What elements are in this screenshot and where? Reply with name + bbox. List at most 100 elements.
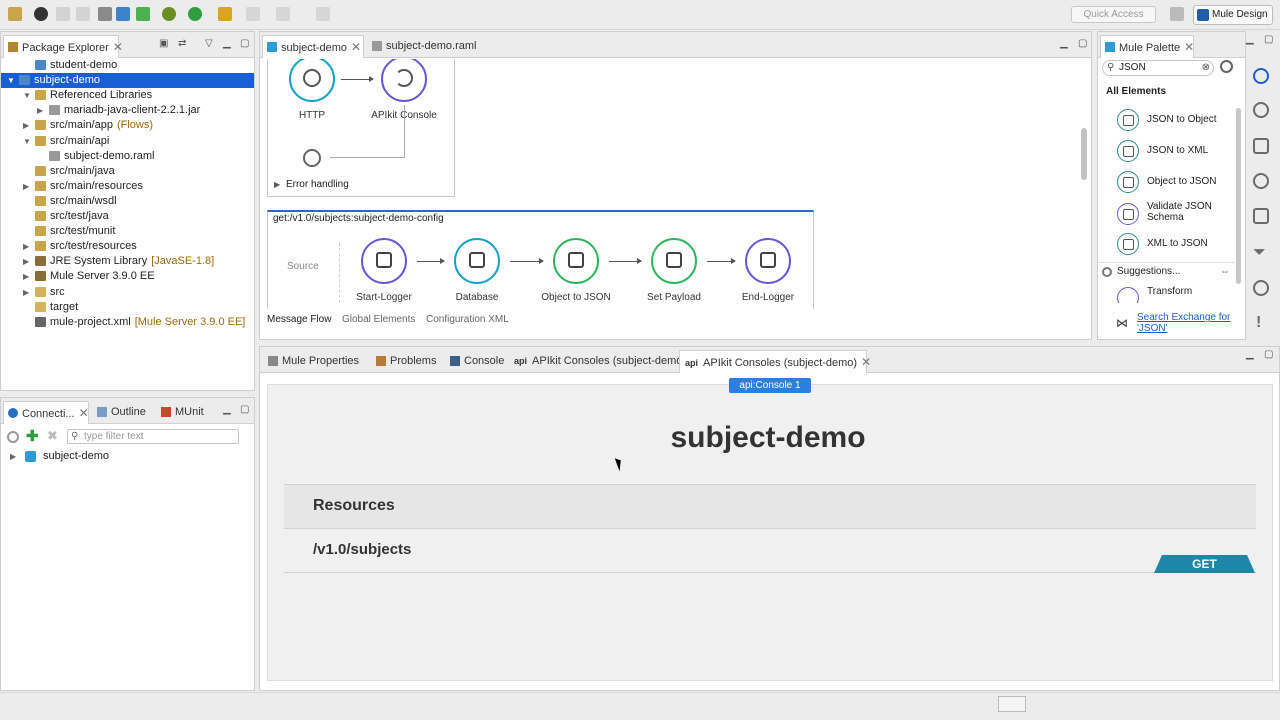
flow-node[interactable] [553, 238, 599, 284]
tree-item[interactable]: subject-demo.raml [1, 149, 254, 164]
get-method-badge[interactable]: GET [1154, 555, 1255, 573]
search-icon[interactable] [1253, 68, 1269, 84]
run-icon[interactable] [188, 7, 202, 21]
maximize-icon[interactable]: ▢ [1264, 349, 1273, 360]
tab-global-elements[interactable]: Global Elements [342, 314, 415, 325]
flow-node[interactable] [361, 238, 407, 284]
flow-node[interactable] [454, 238, 500, 284]
view-menu-icon[interactable]: ▽ [205, 38, 213, 49]
tree-item[interactable]: ▶ Mule Server 3.9.0 EE [1, 269, 254, 284]
maximize-icon[interactable]: ▢ [1078, 38, 1087, 49]
flow-node[interactable] [745, 238, 791, 284]
palette-item[interactable]: Object to JSON [1117, 171, 1237, 195]
tab-mule-palette[interactable]: Mule Palette ✕ [1100, 35, 1194, 58]
link-editor-icon[interactable]: ⇄ [178, 38, 186, 49]
palette-item[interactable]: JSON to XML [1117, 140, 1237, 164]
close-icon[interactable]: ✕ [861, 355, 871, 369]
tree-item[interactable]: ▼ src/main/api [1, 134, 254, 149]
chevron-down-icon[interactable]: ▼ [23, 88, 33, 103]
save-icon[interactable] [56, 7, 70, 21]
tab-configuration-xml[interactable]: Configuration XML [426, 314, 509, 325]
chevron-right-icon[interactable]: ▶ [23, 285, 33, 300]
close-icon[interactable]: ✕ [1184, 40, 1194, 54]
collapse-all-icon[interactable]: ▣ [159, 38, 168, 49]
tab-subject-demo[interactable]: subject-demo ✕ [262, 35, 364, 58]
palette-item[interactable]: XML to JSON [1117, 233, 1237, 257]
quick-access-input[interactable]: Quick Access [1071, 6, 1156, 23]
palette-search-input[interactable]: ⚲ JSON ⊗ [1102, 60, 1214, 76]
open-perspective-icon[interactable] [1170, 7, 1184, 21]
tree-item[interactable]: src/test/java [1, 209, 254, 224]
chevron-right-icon[interactable]: ▶ [23, 254, 33, 269]
add-icon[interactable]: ✚ [26, 427, 39, 445]
tree-item[interactable]: ▶ src/main/app (Flows) [1, 118, 254, 133]
suggestions-header[interactable]: Suggestions... ⇔ [1098, 262, 1235, 280]
forward-icon[interactable] [246, 7, 260, 21]
tree-item[interactable]: ▶ src [1, 285, 254, 300]
core-icon[interactable] [1253, 102, 1269, 118]
maximize-icon[interactable]: ▢ [240, 404, 249, 415]
router-icon[interactable] [1253, 280, 1269, 296]
chevron-right-icon[interactable]: ▶ [23, 269, 33, 284]
gear-icon[interactable] [7, 431, 19, 443]
minimize-icon[interactable]: ▁ [1060, 38, 1068, 49]
status-progress-icon[interactable] [998, 696, 1026, 712]
maximize-icon[interactable]: ▢ [1264, 34, 1273, 45]
delete-icon[interactable]: ✖ [47, 428, 58, 444]
tree-item[interactable]: ▶ src/main/resources [1, 179, 254, 194]
back-icon[interactable] [218, 7, 232, 21]
list-item[interactable]: ▶ subject-demo [1, 449, 251, 464]
tree-item[interactable]: target [1, 300, 254, 315]
tree-item[interactable]: ▶ src/test/resources [1, 239, 254, 254]
redo-icon[interactable] [276, 7, 290, 21]
tab-outline[interactable]: Outline [93, 401, 153, 424]
chevron-right-icon[interactable]: ▶ [23, 118, 33, 133]
resource-path[interactable]: /v1.0/subjects [313, 541, 411, 558]
tab-munit[interactable]: MUnit [157, 401, 209, 424]
tree-item[interactable]: src/main/wsdl [1, 194, 254, 209]
tree-item[interactable]: src/test/munit [1, 224, 254, 239]
debug-icon[interactable] [162, 7, 176, 21]
gear-icon[interactable] [1220, 60, 1233, 73]
exchange-search-link[interactable]: ⋈ Search Exchange for 'JSON' [1100, 311, 1245, 337]
vertical-scrollbar[interactable] [1081, 128, 1087, 180]
minimize-icon[interactable]: ▁ [223, 38, 231, 49]
link-icon[interactable]: ⇔ [1220, 263, 1230, 281]
tree-item[interactable]: ▼ Referenced Libraries [1, 88, 254, 103]
tab-connections[interactable]: Connecti... ✕ [3, 401, 89, 424]
console-badge[interactable]: api:Console 1 [729, 378, 811, 393]
chevron-right-icon[interactable]: ▶ [23, 239, 33, 254]
open-type-icon[interactable] [116, 7, 130, 21]
tree-item[interactable]: ▶ JRE System Library [JavaSE-1.8] [1, 254, 254, 269]
palette-scrollbar[interactable] [1236, 108, 1241, 284]
chevron-down-icon[interactable]: ▼ [23, 134, 33, 149]
tree-item[interactable]: student-demo [1, 58, 254, 73]
connector-icon[interactable] [1253, 173, 1269, 189]
minimize-icon[interactable]: ▁ [1246, 34, 1254, 45]
maximize-icon[interactable]: ▢ [240, 38, 249, 49]
tree-item[interactable]: mule-project.xml [Mule Server 3.9.0 EE] [1, 315, 254, 330]
tree-item[interactable]: ▶ mariadb-java-client-2.2.1.jar [1, 103, 254, 118]
stop-icon[interactable] [316, 7, 330, 21]
tab-apikit-consoles[interactable]: api APIkit Consoles (subject-demo) [510, 350, 686, 373]
tree-item[interactable]: ▼ subject-demo [1, 73, 254, 89]
close-icon[interactable]: ✕ [79, 406, 89, 420]
resource-row[interactable]: /v1.0/subjects [284, 529, 1256, 573]
save-all-icon[interactable] [76, 7, 90, 21]
minimize-icon[interactable]: ▁ [223, 404, 231, 415]
database-icon[interactable] [1253, 138, 1269, 154]
transform-icon[interactable] [1253, 208, 1269, 224]
terminal-icon[interactable] [98, 7, 112, 21]
tab-message-flow[interactable]: Message Flow [267, 314, 331, 325]
exclamation-icon[interactable]: ! [1256, 314, 1261, 332]
tab-package-explorer[interactable]: Package Explorer ✕ [3, 35, 123, 58]
chevron-right-icon[interactable]: ▶ [37, 103, 47, 118]
minimize-icon[interactable]: ▁ [1246, 349, 1254, 360]
tab-console[interactable]: Console [446, 350, 504, 373]
mule-icon[interactable] [34, 7, 48, 21]
filter-icon[interactable]: ⏷ [1253, 244, 1266, 262]
tab-apikit-consoles-active[interactable]: api APIkit Consoles (subject-demo) ✕ [679, 350, 871, 373]
chevron-down-icon[interactable]: ▼ [7, 73, 17, 88]
close-icon[interactable]: ✕ [351, 40, 361, 54]
tab-mule-properties[interactable]: Mule Properties [264, 350, 368, 373]
